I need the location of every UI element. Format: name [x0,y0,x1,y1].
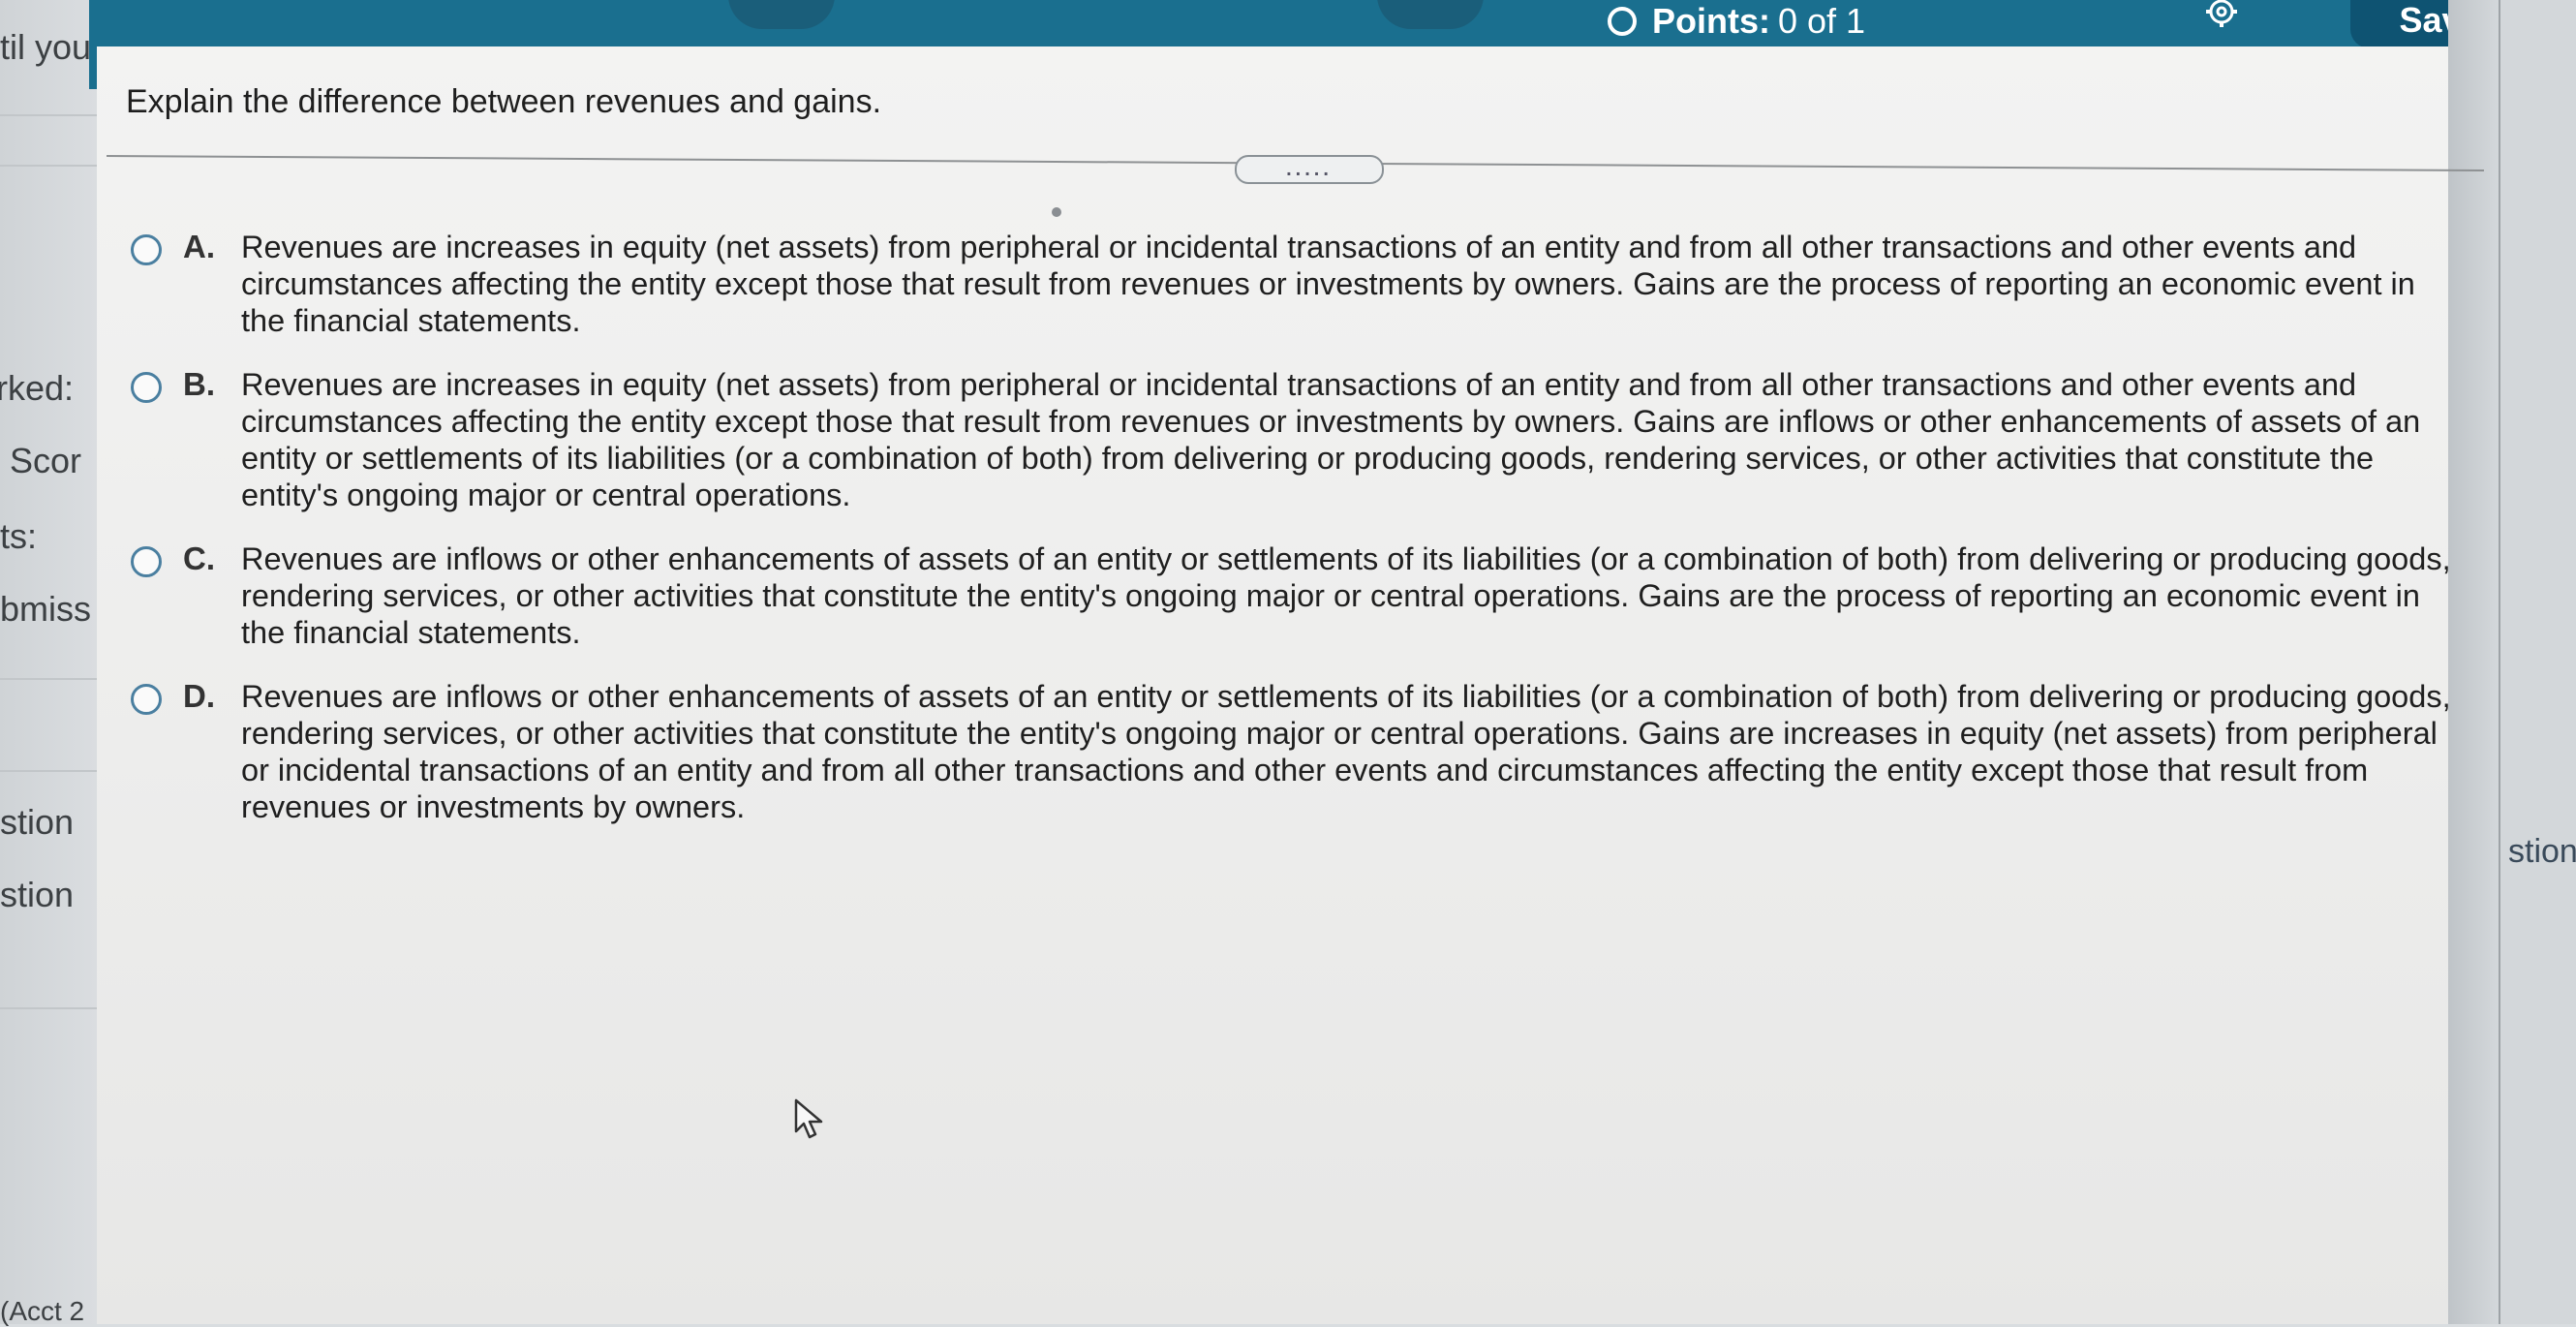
points-indicator: Points: 0 of 1 [1608,1,1866,41]
sidebar-link-question[interactable]: stion [0,875,74,915]
sidebar-fragment: Scor [10,441,82,480]
sidebar-fragment: til you [0,27,92,67]
sidebar-fragment: rked: [0,368,75,408]
question-prompt: Explain the difference between revenues … [126,83,882,120]
left-sidebar: til you rked: Scor ts: bmiss stion stion… [0,0,98,1326]
sidebar-divider [0,770,97,772]
header-nav-button[interactable] [728,0,835,29]
option-text[interactable]: Revenues are increases in equity (net as… [241,366,2455,513]
right-sidebar: stion [2499,0,2576,1324]
answer-option-d[interactable]: D. Revenues are inflows or other enhance… [131,678,2455,825]
sidebar-fragment: ts: [0,516,38,556]
decorative-dot [1052,207,1061,217]
option-letter: C. [183,540,215,576]
sidebar-divider [0,165,97,167]
pane-resize-handle[interactable]: ..... [1235,155,1384,184]
points-circle-icon [1608,7,1637,36]
gear-icon[interactable] [2200,0,2243,37]
option-letter: D. [183,678,215,714]
scrollbar-rail[interactable] [2448,0,2499,1324]
option-text[interactable]: Revenues are increases in equity (net as… [241,229,2455,339]
option-letter: A. [183,229,215,264]
answer-option-b[interactable]: B. Revenues are increases in equity (net… [131,366,2455,513]
radio-button[interactable] [131,684,162,715]
sidebar-fragment: (Acct 2 [0,1296,85,1326]
sidebar-link-question[interactable]: stion [0,802,74,843]
option-text[interactable]: Revenues are inflows or other enhancemen… [241,540,2455,651]
answer-options: A. Revenues are increases in equity (net… [131,229,2455,852]
answer-option-a[interactable]: A. Revenues are increases in equity (net… [131,229,2455,339]
header-nav-button[interactable] [1377,0,1484,29]
points-value: 0 of 1 [1778,1,1866,41]
points-label: Points: [1652,1,1770,41]
mouse-cursor-icon [794,1098,823,1139]
radio-button[interactable] [131,234,162,265]
sidebar-divider [0,1007,97,1009]
right-sidebar-link[interactable]: stion [2508,833,2576,871]
option-letter: B. [183,366,215,402]
answer-option-c[interactable]: C. Revenues are inflows or other enhance… [131,540,2455,651]
sidebar-divider [0,678,97,680]
sidebar-divider [0,114,97,116]
sidebar-fragment: bmiss [0,589,92,629]
radio-button[interactable] [131,546,162,577]
radio-button[interactable] [131,372,162,403]
option-text[interactable]: Revenues are inflows or other enhancemen… [241,678,2455,825]
